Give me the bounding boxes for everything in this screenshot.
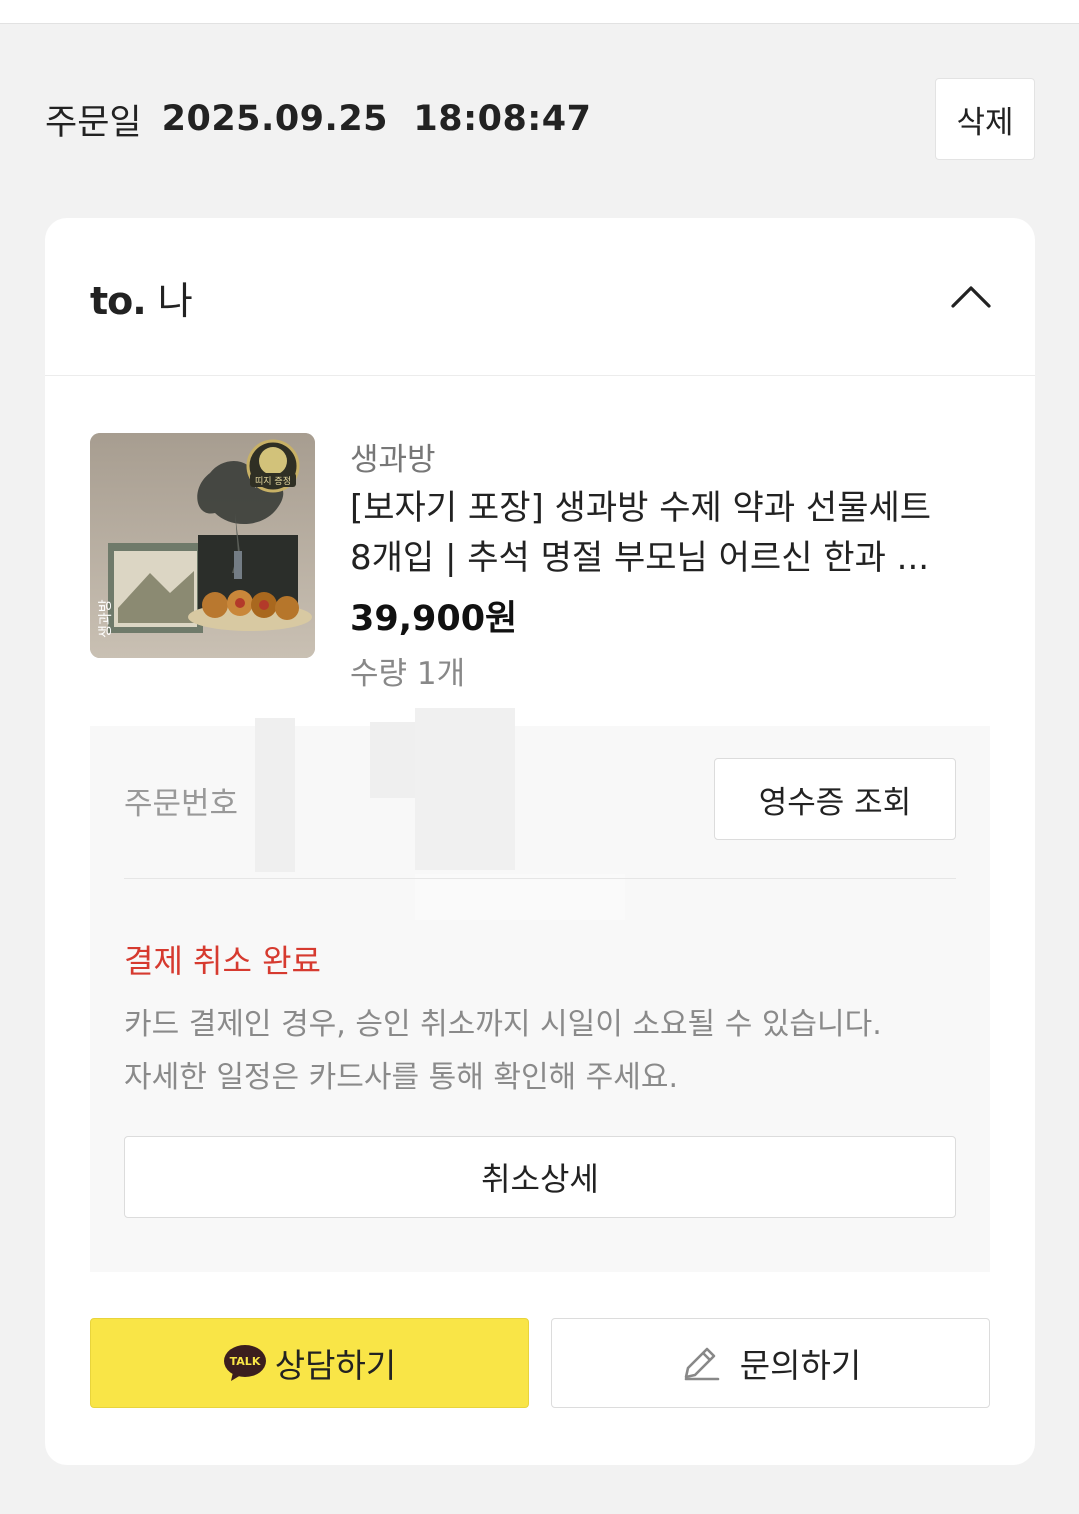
kakao-talk-icon: TALK [223, 1345, 266, 1381]
top-bar [0, 0, 1079, 24]
thumb-badge-text: 띠지 증정 [255, 476, 291, 487]
receipt-button[interactable]: 영수증 조회 [714, 758, 956, 840]
redacted-block [415, 708, 515, 870]
order-date-label: 주문일 [45, 102, 142, 143]
cancel-note: 카드 결제인 경우, 승인 취소까지 시일이 소요될 수 있습니다. 자세한 일… [124, 998, 964, 1104]
consult-button[interactable]: TALK 상담하기 [90, 1318, 529, 1408]
product-title-line2: 8개입 | 추석 명절 부모님 어르신 한과 ... [350, 538, 930, 578]
product-image: 띠지 증정 생과방 [90, 433, 315, 658]
product-title-line1: [보자기 포장] 생과방 수제 약과 선물세트 [350, 488, 932, 528]
talk-icon-text: TALK [229, 1355, 260, 1368]
cancel-detail-button[interactable]: 취소상세 [124, 1136, 956, 1218]
product-quantity: 수량 1개 [350, 656, 466, 692]
product-price: 39,900원 [350, 599, 518, 639]
recipient-header[interactable]: to. 나 [45, 218, 1035, 376]
inquiry-button[interactable]: 문의하기 [551, 1318, 990, 1408]
inquiry-button-label: 문의하기 [739, 1346, 862, 1385]
recipient-name: 나 [157, 279, 193, 323]
order-info-box: 주문번호 영수증 조회 결제 취소 완료 카드 결제인 경우, 승인 취소까지 … [90, 708, 990, 1272]
order-number-label: 주문번호 [124, 786, 239, 822]
order-date: 주문일 2025.09.25 18:08:47 [45, 96, 592, 143]
pencil-icon [684, 1347, 720, 1381]
recipient-prefix: to. [90, 279, 147, 323]
product-title[interactable]: [보자기 포장] 생과방 수제 약과 선물세트 8개입 | 추석 명절 부모님 … [350, 483, 990, 583]
thumb-brand-text: 생과방 [98, 599, 114, 638]
redacted-block [415, 874, 625, 920]
product-seller[interactable]: 생과방 [350, 434, 436, 479]
chevron-up-icon[interactable] [950, 276, 992, 318]
product-thumbnail[interactable]: 띠지 증정 생과방 [90, 433, 315, 658]
recipient: to. 나 [90, 270, 193, 325]
divider [124, 878, 956, 879]
cancel-note-line2: 자세한 일정은 카드사를 통해 확인해 주세요. [124, 1060, 679, 1095]
consult-button-label: 상담하기 [274, 1346, 397, 1385]
order-date-value: 2025.09.25 18:08:47 [161, 99, 592, 139]
cancel-note-line1: 카드 결제인 경우, 승인 취소까지 시일이 소요될 수 있습니다. [124, 1007, 882, 1042]
delete-button[interactable]: 삭제 [935, 78, 1035, 160]
redacted-order-number [255, 718, 295, 872]
cancel-status: 결제 취소 완료 [124, 942, 321, 980]
order-card: to. 나 띠지 증정 생과방 생과방 [보자기 포장] 생과방 수제 약과 선… [45, 218, 1035, 1465]
